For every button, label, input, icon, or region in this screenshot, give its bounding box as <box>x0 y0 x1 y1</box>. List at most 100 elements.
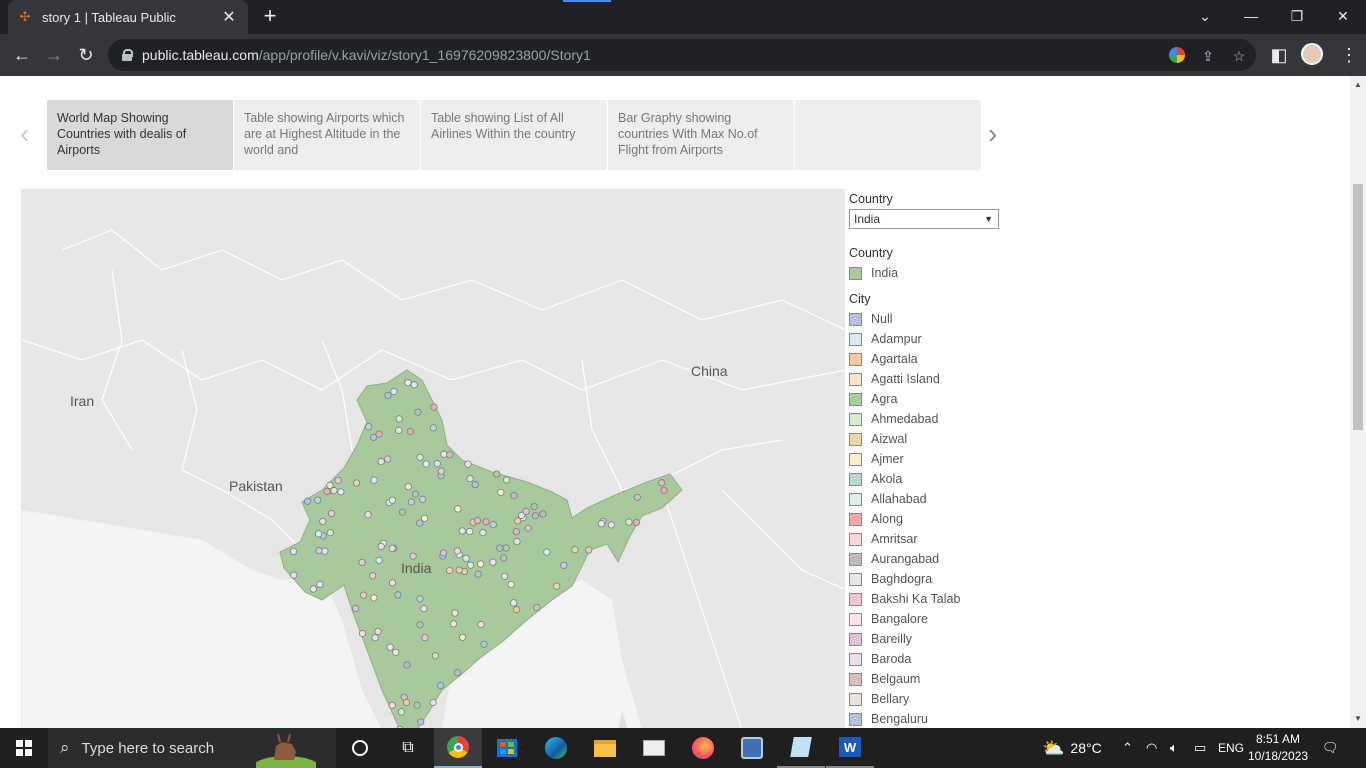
airport-marker[interactable] <box>524 524 532 532</box>
airport-marker[interactable] <box>403 698 411 707</box>
airport-marker[interactable] <box>334 476 342 485</box>
notepad-icon[interactable] <box>777 728 825 768</box>
tab-search-chevron-icon[interactable]: ⌄ <box>1182 0 1228 32</box>
new-tab-button[interactable]: + <box>258 5 282 29</box>
airport-marker[interactable] <box>466 527 474 536</box>
taskbar-search-box[interactable]: ⌕ Type here to search <box>48 728 336 768</box>
airport-marker[interactable] <box>390 387 398 396</box>
airport-marker[interactable] <box>512 527 520 536</box>
airport-marker[interactable] <box>409 552 417 560</box>
reload-icon[interactable]: ↻ <box>73 42 99 68</box>
airport-marker[interactable] <box>413 701 421 709</box>
airport-marker[interactable] <box>451 609 459 617</box>
forward-arrow-icon[interactable]: → <box>41 42 67 68</box>
airport-marker[interactable] <box>351 604 360 613</box>
airport-marker[interactable] <box>414 408 422 416</box>
airport-marker[interactable] <box>326 529 334 537</box>
airport-marker[interactable] <box>437 681 445 690</box>
airport-marker[interactable] <box>533 603 541 612</box>
city-legend-item[interactable]: Null <box>849 309 1009 329</box>
airport-marker[interactable] <box>419 495 427 503</box>
airport-marker[interactable] <box>289 547 298 556</box>
airport-marker[interactable] <box>625 518 633 526</box>
airport-marker[interactable] <box>458 633 467 641</box>
airport-marker[interactable] <box>315 530 323 538</box>
airport-marker[interactable] <box>411 490 420 498</box>
airport-marker[interactable] <box>359 591 368 599</box>
airport-marker[interactable] <box>477 560 485 568</box>
system-clock[interactable]: 8:51 AM 10/18/2023 <box>1248 731 1308 765</box>
edge-icon[interactable] <box>532 728 580 768</box>
city-legend-item[interactable]: Adampur <box>849 329 1009 349</box>
airport-marker[interactable] <box>462 554 470 562</box>
airport-marker[interactable] <box>370 476 378 484</box>
city-legend-item[interactable]: Ahmedabad <box>849 409 1009 429</box>
airport-marker[interactable] <box>466 561 475 569</box>
file-explorer-icon[interactable] <box>581 728 629 768</box>
airport-marker[interactable] <box>440 450 448 458</box>
airport-marker[interactable] <box>395 415 403 423</box>
city-legend-item[interactable]: Aizwal <box>849 429 1009 449</box>
city-legend-item[interactable]: Bengaluru <box>849 709 1009 728</box>
airport-marker[interactable] <box>512 606 521 614</box>
city-legend-item[interactable]: Aurangabad <box>849 549 1009 569</box>
story-point-1[interactable]: World Map Showing Countries with dealis … <box>47 100 233 170</box>
airport-marker[interactable] <box>384 455 392 463</box>
airport-marker[interactable] <box>433 460 441 468</box>
bookmark-star-icon[interactable]: ☆ <box>1230 47 1248 65</box>
airport-marker[interactable] <box>453 669 462 677</box>
airport-marker[interactable] <box>420 605 428 613</box>
airport-marker[interactable] <box>522 507 530 516</box>
airport-marker[interactable] <box>560 561 568 569</box>
battery-icon[interactable]: ▭ <box>1194 728 1206 768</box>
airport-marker[interactable] <box>531 512 540 520</box>
airport-marker[interactable] <box>500 572 509 580</box>
close-tab-icon[interactable]: ✕ <box>220 7 238 27</box>
airport-marker[interactable] <box>410 381 418 389</box>
airport-marker[interactable] <box>417 718 425 726</box>
city-legend-item[interactable]: Belgaum <box>849 669 1009 689</box>
airport-marker[interactable] <box>553 582 561 590</box>
city-legend-item[interactable]: Agatti Island <box>849 369 1009 389</box>
airport-marker[interactable] <box>352 479 361 487</box>
airport-marker[interactable] <box>290 571 298 579</box>
airport-marker[interactable] <box>316 580 324 588</box>
scroll-thumb[interactable] <box>1353 184 1363 430</box>
browser-tab[interactable]: ✣ story 1 | Tableau Public ✕ <box>8 0 248 34</box>
airport-marker[interactable] <box>597 520 605 528</box>
airport-marker[interactable] <box>489 558 497 566</box>
airport-marker[interactable] <box>500 554 508 562</box>
airport-marker[interactable] <box>315 547 323 555</box>
airport-marker[interactable] <box>439 549 448 557</box>
airport-marker[interactable] <box>397 708 406 716</box>
city-legend-item[interactable]: Allahabad <box>849 489 1009 509</box>
city-legend-item[interactable]: Amritsar <box>849 529 1009 549</box>
world-map[interactable]: Iran Pakistan China India <box>21 189 845 728</box>
story-point-5[interactable] <box>795 100 981 170</box>
airport-marker[interactable] <box>388 544 396 553</box>
back-arrow-icon[interactable]: ← <box>9 42 35 68</box>
airport-marker[interactable] <box>480 640 488 648</box>
city-legend-item[interactable]: Bakshi Ka Talab <box>849 589 1009 609</box>
airport-marker[interactable] <box>314 496 322 504</box>
airport-marker[interactable] <box>407 498 416 506</box>
volume-icon[interactable]: 🔈︎ <box>1170 728 1178 768</box>
airport-marker[interactable] <box>406 427 414 436</box>
scroll-down-arrow-icon[interactable]: ▼ <box>1350 712 1366 726</box>
airport-marker[interactable] <box>421 634 429 642</box>
airport-marker[interactable] <box>358 629 367 638</box>
close-window-button[interactable]: ✕ <box>1320 0 1366 32</box>
city-legend-item[interactable]: Bareilly <box>849 629 1009 649</box>
airport-marker[interactable] <box>416 519 424 527</box>
airport-marker[interactable] <box>375 430 383 438</box>
airport-marker[interactable] <box>404 379 412 387</box>
airport-marker[interactable] <box>365 423 373 431</box>
city-legend-item[interactable]: Akola <box>849 469 1009 489</box>
airport-marker[interactable] <box>632 518 640 527</box>
airport-marker[interactable] <box>474 570 482 578</box>
airport-marker[interactable] <box>319 517 327 526</box>
airport-marker[interactable] <box>384 391 392 400</box>
google-lens-icon[interactable] <box>1168 47 1186 65</box>
city-legend-item[interactable]: Baghdogra <box>849 569 1009 589</box>
airport-marker[interactable] <box>364 511 372 519</box>
